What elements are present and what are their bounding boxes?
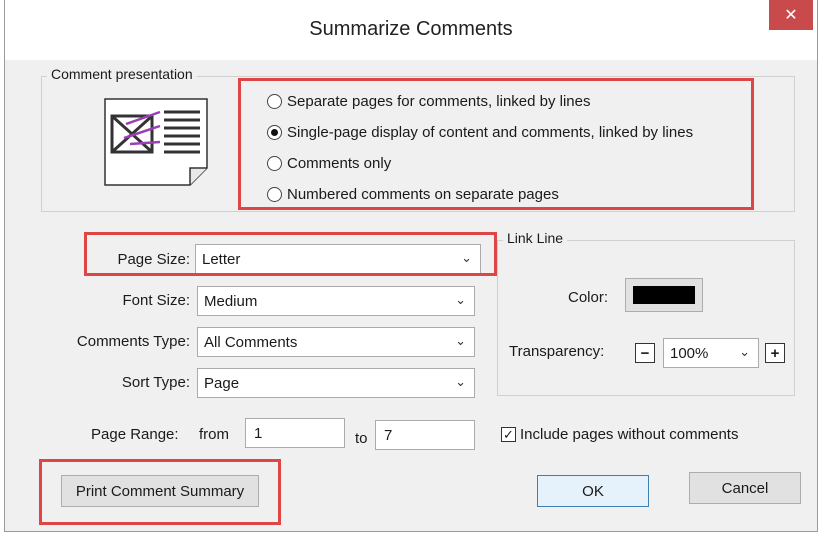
dialog-title: Summarize Comments <box>309 18 513 40</box>
font-size-label: Font Size: <box>122 292 190 309</box>
chevron-down-icon: ⌄ <box>455 333 466 348</box>
comments-type-label: Comments Type: <box>76 333 190 350</box>
page-range-from-value: 1 <box>254 424 263 442</box>
page-range-from-label: from <box>199 426 229 443</box>
close-button[interactable]: ✕ <box>769 0 813 30</box>
decrease-transparency-button[interactable]: − <box>635 343 655 363</box>
include-pages-checkbox[interactable]: ✓ <box>501 427 516 442</box>
color-swatch-button[interactable] <box>625 278 703 312</box>
minus-icon: − <box>640 344 650 362</box>
cancel-button-label: Cancel <box>721 479 769 497</box>
chevron-down-icon: ⌄ <box>455 292 466 307</box>
link-line-group <box>497 240 795 396</box>
sort-type-value: Page <box>204 374 240 392</box>
color-label: Color: <box>568 289 609 306</box>
summarize-comments-dialog: Summarize Comments ✕ Comment presentatio… <box>4 0 818 532</box>
page-range-from-input[interactable]: 1 <box>245 418 345 448</box>
layout-preview-icon <box>104 98 208 186</box>
highlight-print-button <box>39 459 281 525</box>
plus-icon: + <box>770 344 780 362</box>
page-range-label: Page Range: <box>91 426 179 443</box>
highlight-page-size <box>84 232 497 276</box>
comments-type-value: All Comments <box>204 333 298 351</box>
transparency-value: 100% <box>670 344 709 362</box>
chevron-down-icon: ⌄ <box>739 344 750 359</box>
sort-type-select[interactable]: Page ⌄ <box>197 368 475 398</box>
check-icon: ✓ <box>503 427 514 442</box>
link-line-label: Link Line <box>503 230 568 246</box>
transparency-label: Transparency: <box>509 343 605 360</box>
include-pages-label: Include pages without comments <box>520 426 739 443</box>
comment-presentation-label: Comment presentation <box>47 66 197 82</box>
increase-transparency-button[interactable]: + <box>765 343 785 363</box>
comments-type-select[interactable]: All Comments ⌄ <box>197 327 475 357</box>
page-range-to-label: to <box>355 430 368 447</box>
ok-button-label: OK <box>582 482 604 500</box>
sort-type-label: Sort Type: <box>121 374 190 391</box>
cancel-button[interactable]: Cancel <box>689 472 801 504</box>
page-range-to-input[interactable]: 7 <box>375 420 475 450</box>
color-swatch <box>633 286 695 304</box>
font-size-value: Medium <box>204 292 258 310</box>
chevron-down-icon: ⌄ <box>455 374 466 389</box>
page-range-to-value: 7 <box>384 426 393 444</box>
close-icon: ✕ <box>784 7 798 24</box>
title-bar: Summarize Comments ✕ <box>5 0 817 60</box>
font-size-select[interactable]: Medium ⌄ <box>197 286 475 316</box>
transparency-select[interactable]: 100% ⌄ <box>663 338 759 368</box>
include-pages-without-comments[interactable]: ✓ Include pages without comments <box>501 426 738 443</box>
highlight-presentation-options <box>238 78 754 210</box>
ok-button[interactable]: OK <box>537 475 649 507</box>
